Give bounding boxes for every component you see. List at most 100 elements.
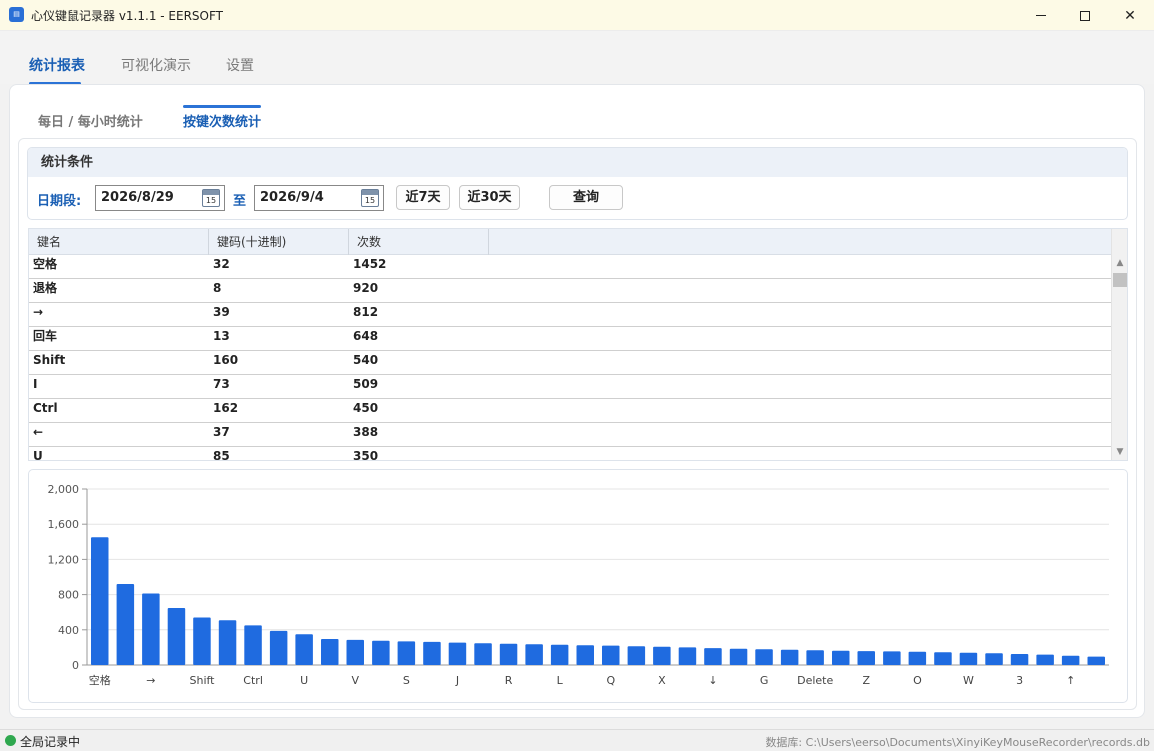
bar [1087,656,1105,665]
cell-key-name: Ctrl [33,401,58,415]
bar [1036,654,1054,665]
y-tick-label: 400 [58,624,79,637]
tab-settings[interactable]: 设置 [226,55,254,75]
table-row[interactable]: I 73 509 [29,375,1111,399]
x-tick-label: ↓ [708,674,717,687]
cell-key-name: U [33,449,43,461]
bar [857,651,875,665]
bar [321,639,339,665]
bar-chart: 0 400 800 1,200 1,600 2,000 空格 → Shift Ctrl U V S J R L… [48,483,1109,687]
x-tick-label: Ctrl [243,674,263,687]
close-button[interactable]: ✕ [1107,0,1153,31]
column-header-key-code[interactable]: 键码(十进制) [209,229,349,255]
x-tick-label: U [300,674,308,687]
bar [653,646,671,665]
database-path: 数据库: C:\Users\eerso\Documents\XinyiKeyMo… [765,736,1150,749]
start-date-picker[interactable]: 2026/8/29 15 [95,185,225,211]
table-row[interactable]: 退格 8 920 [29,279,1111,303]
table-row[interactable]: → 39 812 [29,303,1111,327]
main-tab-bar: 统计报表 可视化演示 设置 [0,31,1154,85]
table-row[interactable]: Shift 160 540 [29,351,1111,375]
scrollbar-thumb[interactable] [1113,273,1127,287]
x-tick-label: O [913,674,922,687]
scroll-up-icon[interactable]: ▲ [1112,255,1127,272]
cell-key-code: 37 [213,425,230,439]
conditions-title: 统计条件 [28,148,1127,177]
bar [295,634,313,665]
bar [729,648,748,665]
tab-visualization[interactable]: 可视化演示 [121,55,191,75]
x-tick-label: Z [863,674,871,687]
cell-count: 1452 [353,257,387,271]
recording-status-icon [5,735,16,746]
table-row[interactable]: U 85 350 [29,447,1111,461]
start-date-value: 2026/8/29 [101,190,174,205]
cell-count: 920 [353,281,379,295]
end-date-value: 2026/9/4 [260,190,324,205]
app-logo-icon: ▤ [9,7,24,22]
cell-key-code: 32 [213,257,230,271]
x-tick-label: ↑ [1066,674,1075,687]
subtab-daily-hourly[interactable]: 每日 / 每小时统计 [38,111,143,130]
table-row[interactable]: Ctrl 162 450 [29,399,1111,423]
status-bar: 全局记录中 数据库: C:\Users\eerso\Documents\Xiny… [0,729,1154,751]
column-header-count[interactable]: 次数 [349,229,489,255]
query-button[interactable]: 查询 [549,185,623,210]
table-row[interactable]: ← 37 388 [29,423,1111,447]
table-scrollbar[interactable]: ▲ ▼ [1111,229,1127,460]
x-tick-label: S [403,674,410,687]
minimize-icon [1036,15,1046,16]
x-tick-label: R [505,674,513,687]
bar [934,652,952,665]
bar [244,625,262,665]
bar [883,651,901,665]
x-tick-label: G [760,674,769,687]
cell-key-code: 160 [213,353,239,367]
y-tick-label: 800 [58,589,79,602]
calendar-icon[interactable]: 15 [361,189,379,207]
maximize-icon [1080,10,1090,21]
end-date-picker[interactable]: 2026/9/4 15 [254,185,384,211]
bar [755,649,773,665]
bar [576,645,594,665]
cell-count: 350 [353,449,379,461]
x-tick-label: J [455,674,459,687]
subtab-key-count[interactable]: 按键次数统计 [183,111,261,130]
window-title: 心仪键鼠记录器 v1.1.1 - EERSOFT [31,9,223,23]
scroll-down-icon[interactable]: ▼ [1112,444,1127,460]
x-tick-label: W [963,674,974,687]
table-body: 空格 32 1452 退格 8 920 → 39 812 回车 13 648 Shift 160 540 I 7… [29,255,1111,461]
maximize-button[interactable] [1062,0,1108,31]
bar [193,617,211,665]
last-7-days-button[interactable]: 近7天 [396,185,450,210]
date-range-label: 日期段: [37,194,82,209]
bar [627,646,646,665]
bar [806,650,824,665]
minimize-button[interactable] [1018,0,1064,31]
table-row[interactable]: 回车 13 648 [29,327,1111,351]
key-count-panel: 统计条件 日期段: 2026/8/29 15 至 2026/9/4 15 近7天… [18,138,1137,710]
bar [448,642,467,665]
bar [959,652,978,665]
table-row[interactable]: 空格 32 1452 [29,255,1111,279]
x-tick-label: X [658,674,666,687]
bar [1061,655,1080,665]
table-header: 键名 键码(十进制) 次数 [29,229,1111,255]
x-tick-label: Delete [797,674,833,687]
bar [832,650,850,665]
key-count-chart: 0 400 800 1,200 1,600 2,000 空格 → Shift Ctrl U V S J R L… [28,469,1128,703]
last-30-days-button[interactable]: 近30天 [459,185,520,210]
y-tick-label: 0 [72,659,79,672]
bar [474,643,492,665]
column-header-key-name[interactable]: 键名 [29,229,209,255]
bar [525,644,543,665]
x-tick-label: → [146,674,155,687]
cell-count: 509 [353,377,379,391]
x-tick-label: Q [606,674,615,687]
bar [218,620,237,665]
cell-count: 648 [353,329,379,343]
subtab-active-indicator [183,105,261,108]
calendar-icon[interactable]: 15 [202,189,220,207]
cell-key-name: 退格 [33,281,58,295]
tab-statistics-report[interactable]: 统计报表 [29,55,85,75]
